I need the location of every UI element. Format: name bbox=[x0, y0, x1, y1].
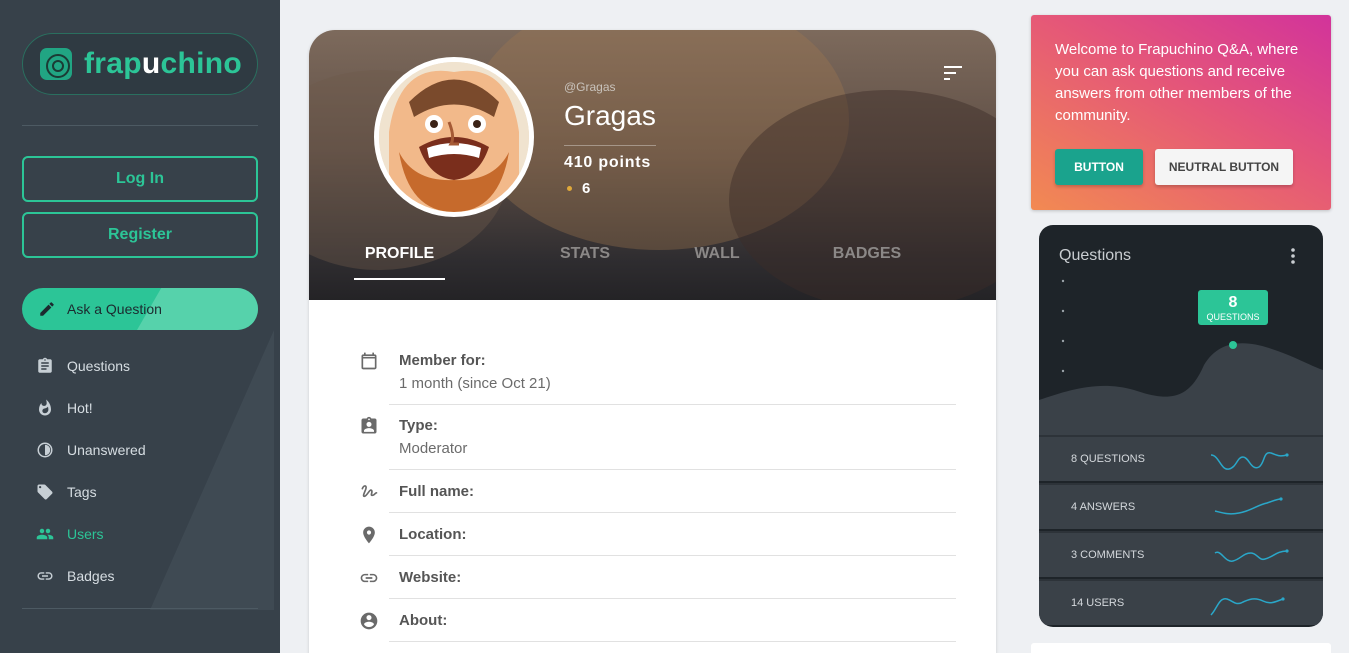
link-icon bbox=[35, 566, 55, 586]
welcome-text: Welcome to Frapuchino Q&A, where you can… bbox=[1055, 41, 1299, 124]
profile-banner: @Gragas Gragas 410 points 6 PROFILE STAT… bbox=[309, 30, 996, 300]
stat-row-answers[interactable]: 4 ANSWERS bbox=[1039, 483, 1323, 529]
divider bbox=[22, 125, 258, 126]
register-button[interactable]: Register bbox=[22, 212, 258, 258]
badge-id-icon bbox=[361, 416, 377, 434]
tag-icon bbox=[35, 482, 55, 502]
tooltip-value: 8 bbox=[1229, 294, 1238, 311]
axis-dot bbox=[1061, 279, 1065, 283]
tab-stats[interactable]: STATS bbox=[535, 245, 635, 280]
profile-tabs: PROFILE STATS WALL BADGES bbox=[354, 245, 954, 280]
more-vert-icon[interactable] bbox=[1287, 247, 1299, 265]
axis-dot bbox=[1061, 309, 1065, 313]
sparkline bbox=[1210, 597, 1285, 616]
clipboard-icon bbox=[35, 356, 55, 376]
sidebar-item-users[interactable]: Users bbox=[22, 513, 258, 555]
sidebar-nav: Questions Hot! Unanswered Tags Users Bad… bbox=[22, 345, 258, 597]
logo-text: frapuchino bbox=[84, 47, 243, 80]
bottom-card bbox=[1031, 643, 1331, 653]
signature-icon bbox=[361, 485, 378, 498]
sidebar-item-badges[interactable]: Badges bbox=[22, 555, 258, 597]
axis-dot bbox=[1061, 339, 1065, 343]
stat-label: 4 ANSWERS bbox=[1071, 501, 1136, 513]
pencil-icon bbox=[40, 302, 54, 316]
users-icon bbox=[35, 524, 55, 544]
ask-question-button[interactable]: Ask a Question bbox=[22, 288, 258, 330]
welcome-card: Welcome to Frapuchino Q&A, where you can… bbox=[1031, 15, 1331, 210]
divider bbox=[564, 145, 656, 146]
field-value: Moderator bbox=[399, 440, 468, 457]
logo-icon bbox=[40, 48, 72, 80]
ask-question-label: Ask a Question bbox=[67, 301, 162, 317]
sparkline bbox=[1214, 549, 1289, 562]
area-chart: 8 QUESTIONS bbox=[1039, 279, 1323, 435]
questions-stats-widget: Questions 8 QUESTIONS 8 QUESTIONS 4 ANSW… bbox=[1039, 225, 1323, 627]
stat-label: 14 USERS bbox=[1071, 597, 1125, 609]
field-label: About: bbox=[399, 612, 448, 629]
sidebar-item-label: Questions bbox=[67, 358, 131, 374]
tab-wall[interactable]: WALL bbox=[677, 245, 757, 280]
user-name: Gragas bbox=[564, 100, 656, 131]
tab-badges[interactable]: BADGES bbox=[817, 245, 917, 280]
sidebar-item-label: Tags bbox=[67, 484, 97, 500]
sidebar-item-tags[interactable]: Tags bbox=[22, 471, 258, 513]
badge-dot-icon bbox=[567, 186, 572, 191]
sidebar-item-label: Hot! bbox=[67, 400, 93, 416]
stat-row-comments[interactable]: 3 COMMENTS bbox=[1039, 531, 1323, 577]
login-button[interactable]: Log In bbox=[22, 156, 258, 202]
sidebar: frapuchino Log In Register Ask a Questio… bbox=[0, 0, 280, 653]
link-icon bbox=[360, 573, 378, 583]
sidebar-item-hot[interactable]: Hot! bbox=[22, 387, 258, 429]
user-handle: @Gragas bbox=[564, 80, 616, 94]
user-badge-count: 6 bbox=[567, 180, 590, 197]
stat-label: 3 COMMENTS bbox=[1071, 549, 1145, 561]
tab-profile[interactable]: PROFILE bbox=[354, 245, 445, 280]
field-label: Member for: bbox=[399, 352, 486, 369]
location-pin-icon bbox=[363, 526, 375, 544]
sparkline bbox=[1214, 497, 1283, 515]
field-label: Website: bbox=[399, 569, 462, 586]
stat-row-users[interactable]: 14 USERS bbox=[1039, 579, 1323, 625]
field-label: Location: bbox=[399, 526, 467, 543]
field-label: Type: bbox=[399, 417, 438, 434]
sidebar-item-label: Unanswered bbox=[67, 442, 146, 458]
avatar[interactable] bbox=[374, 57, 534, 217]
calendar-icon bbox=[361, 352, 377, 370]
axis-dot bbox=[1061, 369, 1065, 373]
stat-label: 8 QUESTIONS bbox=[1071, 453, 1145, 465]
area-series bbox=[1039, 343, 1323, 435]
data-point[interactable] bbox=[1229, 341, 1237, 349]
sidebar-item-unanswered[interactable]: Unanswered bbox=[22, 429, 258, 471]
sparkline bbox=[1210, 452, 1289, 470]
profile-card: @Gragas Gragas 410 points 6 PROFILE STAT… bbox=[309, 30, 996, 653]
user-points: 410 points bbox=[564, 154, 652, 171]
sidebar-item-label: Badges bbox=[67, 568, 115, 584]
field-value: 1 month (since Oct 21) bbox=[399, 375, 551, 392]
avatar-image bbox=[379, 62, 529, 212]
divider bbox=[22, 608, 258, 609]
sidebar-item-label: Users bbox=[67, 526, 104, 542]
neutral-button[interactable]: NEUTRAL BUTTON bbox=[1155, 149, 1293, 185]
stat-row-questions[interactable]: 8 QUESTIONS bbox=[1039, 435, 1323, 481]
field-label: Full name: bbox=[399, 483, 475, 500]
widget-title: Questions bbox=[1059, 247, 1132, 264]
sort-icon[interactable] bbox=[944, 66, 962, 80]
flame-icon bbox=[35, 398, 55, 418]
primary-button[interactable]: BUTTON bbox=[1055, 149, 1143, 185]
sidebar-item-questions[interactable]: Questions bbox=[22, 345, 258, 387]
logo[interactable]: frapuchino bbox=[22, 33, 258, 95]
account-circle-icon bbox=[360, 612, 378, 630]
tooltip-label: QUESTIONS bbox=[1206, 312, 1259, 322]
half-circle-icon bbox=[35, 440, 55, 460]
